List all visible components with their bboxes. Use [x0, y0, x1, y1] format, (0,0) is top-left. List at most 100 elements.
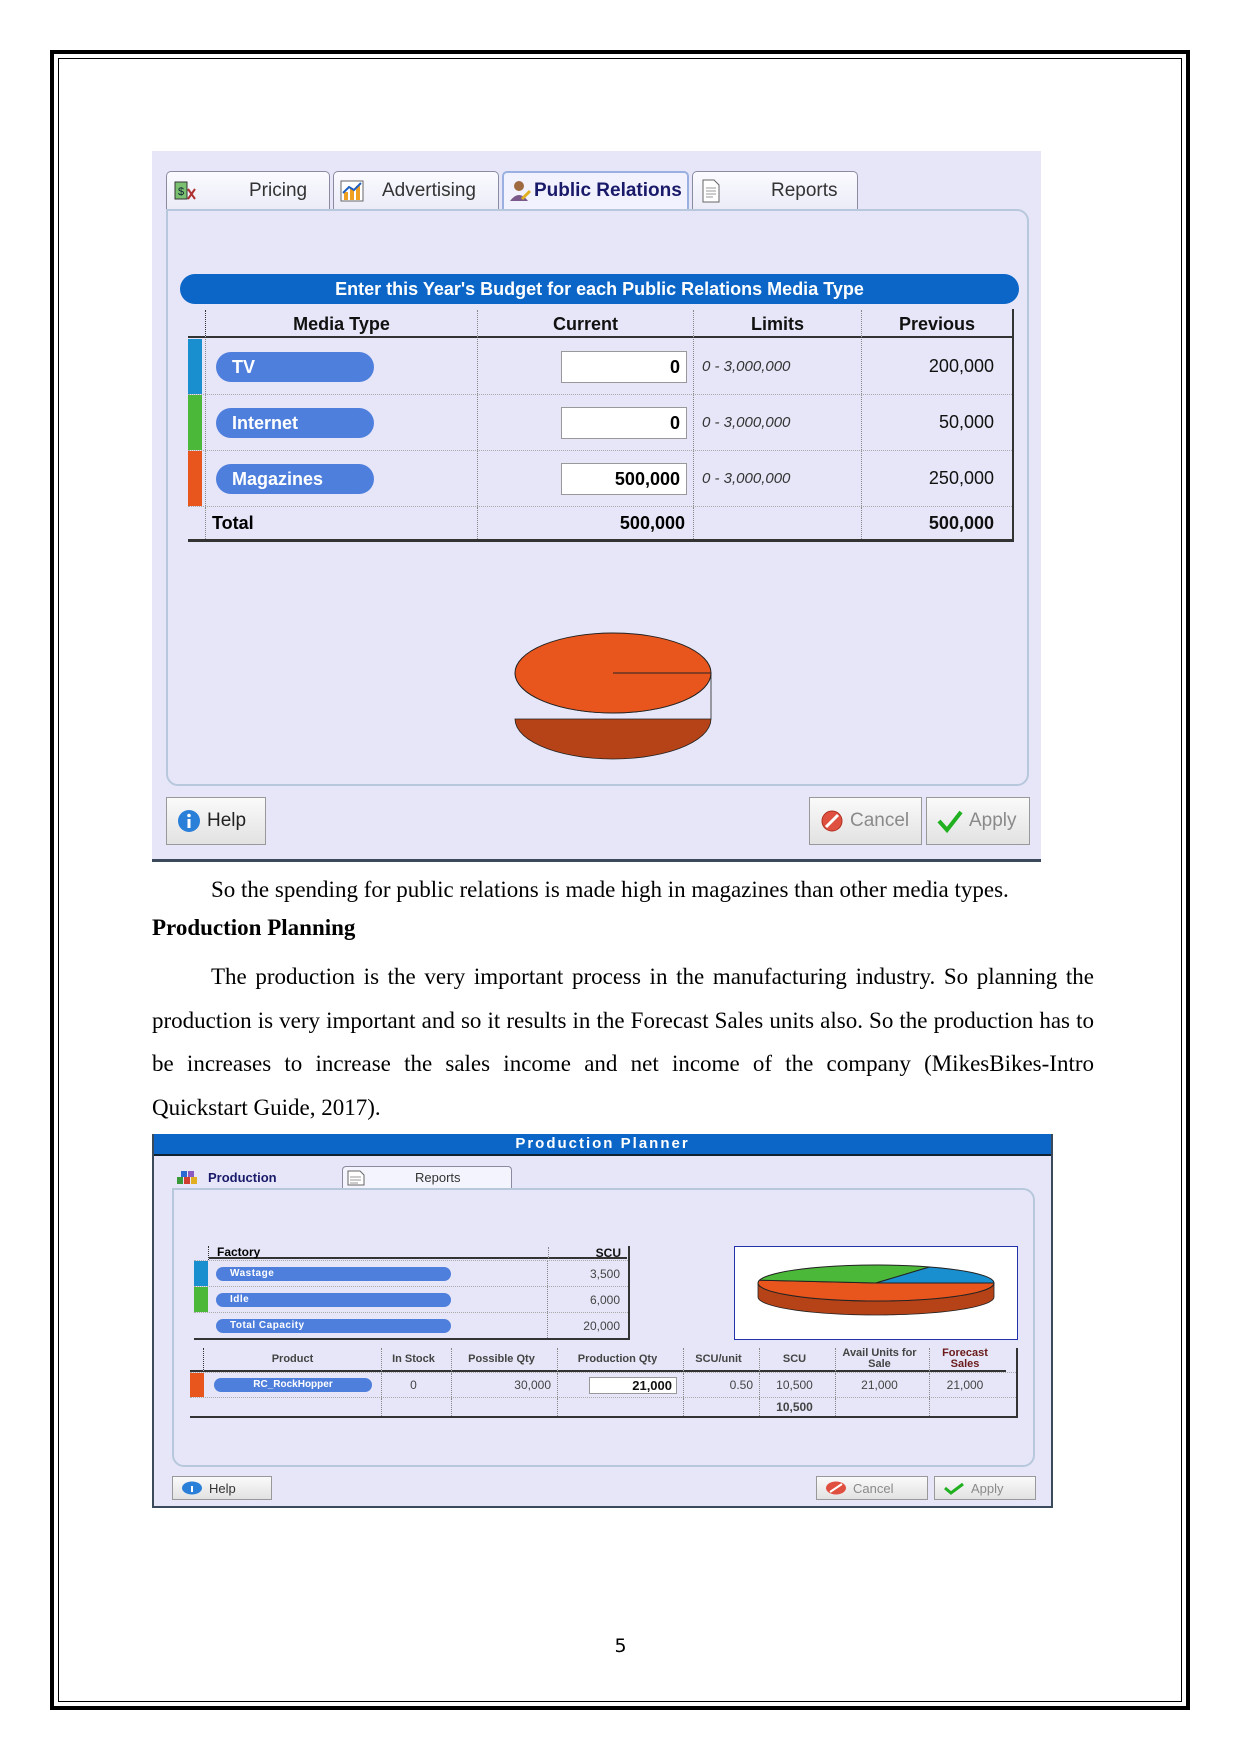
column-header: Media Type — [206, 310, 478, 338]
factory-table: Factory SCU Wastage 3,500 Idle 6,000 Tot… — [194, 1246, 630, 1340]
pricing-icon: $ — [173, 179, 197, 203]
column-header: Factory — [209, 1246, 549, 1259]
previous-value: 250,000 — [928, 468, 994, 488]
factory-item-button[interactable]: Total Capacity — [216, 1318, 451, 1333]
table-row: Magazines 500,000 0 - 3,000,000 250,000 — [188, 451, 1012, 507]
scu-value: 20,000 — [583, 1318, 620, 1333]
media-type-button[interactable]: Internet — [216, 407, 374, 438]
column-header: Possible Qty — [452, 1348, 558, 1372]
tab-advertising[interactable]: Advertising — [333, 171, 499, 209]
tab-bar: $ Pricing Advertising Public Relations R… — [166, 171, 861, 209]
table-header: Product In Stock Possible Qty Production… — [190, 1348, 1016, 1373]
table-row: RC_RockHopper 0 30,000 21,000 0.50 10,50… — [190, 1373, 1016, 1398]
product-button[interactable]: RC_RockHopper — [214, 1378, 372, 1392]
info-icon — [177, 809, 201, 833]
tab-label: Advertising — [382, 179, 476, 201]
factory-blocks-icon — [176, 1169, 198, 1185]
factory-item-button[interactable]: Wastage — [216, 1266, 451, 1281]
total-current: 500,000 — [478, 507, 694, 539]
help-label: Help — [209, 1480, 236, 1496]
column-header: SCU — [549, 1247, 627, 1259]
avail-units-value: 21,000 — [836, 1373, 930, 1397]
checkmark-icon — [943, 1481, 965, 1495]
table-header: Factory SCU — [194, 1246, 628, 1261]
possible-qty-value: 30,000 — [452, 1373, 558, 1397]
help-button[interactable]: Help — [172, 1476, 272, 1500]
tab-bar: Production Reports — [172, 1166, 512, 1188]
color-swatch — [194, 1287, 208, 1312]
current-budget-input[interactable]: 0 — [561, 406, 687, 439]
color-swatch — [190, 1373, 204, 1397]
production-qty-input[interactable]: 21,000 — [589, 1376, 677, 1394]
limits-value: 0 - 3,000,000 — [694, 339, 862, 394]
tab-reports[interactable]: Reports — [342, 1166, 512, 1188]
media-type-button[interactable]: TV — [216, 351, 374, 382]
cancel-label: Cancel — [850, 810, 910, 831]
tab-production[interactable]: Production — [172, 1166, 342, 1188]
cancel-icon — [820, 809, 844, 833]
tab-label: Public Relations — [534, 180, 682, 201]
color-swatch — [194, 1261, 208, 1286]
previous-value: 200,000 — [928, 356, 994, 376]
current-budget-input[interactable]: 500,000 — [561, 462, 687, 495]
apply-label: Apply — [971, 1480, 1004, 1496]
limits-value: 0 - 3,000,000 — [694, 395, 862, 450]
help-label: Help — [207, 810, 247, 831]
table-row: Wastage 3,500 — [194, 1261, 628, 1287]
factory-item-button[interactable]: Idle — [216, 1292, 451, 1307]
table-row: Idle 6,000 — [194, 1287, 628, 1313]
column-header: Previous — [862, 310, 1012, 338]
info-icon — [181, 1481, 203, 1495]
tab-public-relations[interactable]: Public Relations — [502, 171, 689, 209]
scu-value: 10,500 — [760, 1373, 836, 1397]
tab-pricing[interactable]: $ Pricing — [166, 171, 330, 209]
scu-per-unit-value: 0.50 — [684, 1373, 760, 1397]
apply-button[interactable]: Apply — [926, 797, 1030, 845]
current-budget-input[interactable]: 0 — [561, 350, 687, 383]
table-row: Internet 0 0 - 3,000,000 50,000 — [188, 395, 1012, 451]
budget-banner: Enter this Year's Budget for each Public… — [180, 274, 1019, 304]
section-heading: Production Planning — [152, 915, 356, 940]
apply-button[interactable]: Apply — [934, 1476, 1036, 1500]
page-number: 5 — [614, 1635, 627, 1657]
total-previous: 500,000 — [928, 512, 994, 533]
column-header: SCU/unit — [684, 1348, 760, 1372]
checkmark-icon — [937, 809, 963, 833]
column-header: Production Qty — [558, 1348, 684, 1372]
report-document-icon — [347, 1170, 365, 1186]
total-row: Total 500,000 500,000 — [188, 507, 1012, 539]
public-relations-icon — [508, 179, 532, 203]
tab-label: Pricing — [249, 179, 308, 201]
pie-slice-magazines — [514, 632, 712, 714]
column-header: In Stock — [382, 1348, 452, 1372]
production-planner-window: Production Planner Production Reports Fa… — [152, 1134, 1053, 1508]
media-type-button[interactable]: Magazines — [216, 463, 374, 494]
column-header: Product — [204, 1348, 382, 1372]
column-header: SCU — [760, 1348, 836, 1372]
public-relations-panel: Enter this Year's Budget for each Public… — [166, 209, 1029, 786]
limits-value: 0 - 3,000,000 — [694, 451, 862, 506]
color-swatch — [188, 451, 202, 506]
product-table: Product In Stock Possible Qty Production… — [190, 1348, 1018, 1418]
media-budget-table: Media Type Current Limits Previous TV 0 … — [188, 309, 1014, 542]
advertising-chart-icon — [340, 179, 364, 203]
help-button[interactable]: Help — [166, 797, 266, 845]
column-header: Forecast Sales — [930, 1348, 1006, 1372]
cancel-button[interactable]: Cancel — [809, 797, 922, 845]
cancel-icon — [825, 1481, 847, 1495]
svg-text:$: $ — [178, 186, 184, 198]
scu-value: 3,500 — [589, 1266, 620, 1281]
total-row: 10,500 — [190, 1398, 1016, 1416]
tab-reports[interactable]: Reports — [692, 171, 858, 209]
tab-label: Production — [208, 1169, 277, 1185]
column-header: Current — [478, 310, 694, 338]
color-swatch — [188, 339, 202, 394]
apply-label: Apply — [969, 810, 1017, 831]
table-row: TV 0 0 - 3,000,000 200,000 — [188, 339, 1012, 395]
budget-pie-chart — [514, 632, 712, 760]
scu-total: 10,500 — [760, 1398, 836, 1416]
cancel-button[interactable]: Cancel — [816, 1476, 928, 1500]
capacity-pie-chart — [757, 1264, 995, 1316]
table-row: Total Capacity 20,000 — [194, 1313, 628, 1338]
report-document-icon — [699, 179, 723, 203]
